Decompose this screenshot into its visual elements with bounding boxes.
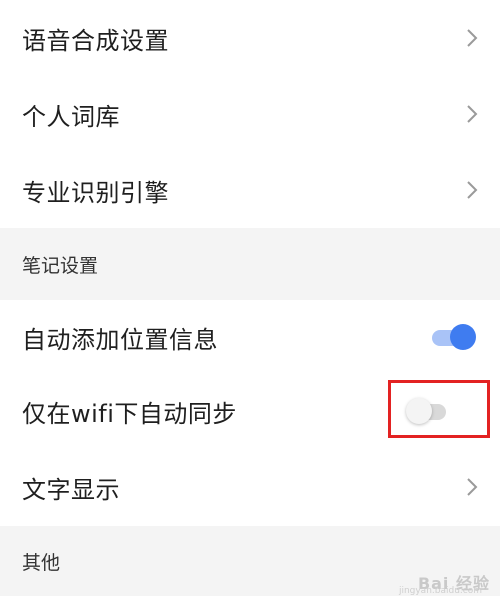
settings-item-personal-lexicon[interactable]: 个人词库 <box>0 76 500 152</box>
settings-item-label: 专业识别引擎 <box>22 178 169 207</box>
section-title: 笔记设置 <box>22 254 99 277</box>
chevron-right-icon <box>467 478 478 496</box>
settings-item-tts[interactable]: 语音合成设置 <box>0 0 500 76</box>
settings-item-label: 仅在wifi下自动同步 <box>22 399 237 428</box>
auto-location-toggle[interactable] <box>428 323 476 351</box>
section-header-notes: 笔记设置 <box>0 228 500 300</box>
highlight-box <box>388 380 490 438</box>
section-title: 其他 <box>22 551 61 574</box>
settings-item-label: 文字显示 <box>22 475 120 504</box>
settings-item-label: 自动添加位置信息 <box>22 325 218 354</box>
chevron-right-icon <box>467 29 478 47</box>
settings-item-label: 个人词库 <box>22 102 120 131</box>
watermark-url: jingyan.baidu.com <box>398 586 482 596</box>
settings-item-auto-location: 自动添加位置信息 <box>0 300 500 374</box>
settings-item-label: 语音合成设置 <box>22 26 169 55</box>
toggle-knob <box>450 324 476 350</box>
chevron-right-icon <box>467 105 478 123</box>
chevron-right-icon <box>467 181 478 199</box>
settings-item-text-display[interactable]: 文字显示 <box>0 448 500 526</box>
settings-item-pro-engine[interactable]: 专业识别引擎 <box>0 152 500 228</box>
